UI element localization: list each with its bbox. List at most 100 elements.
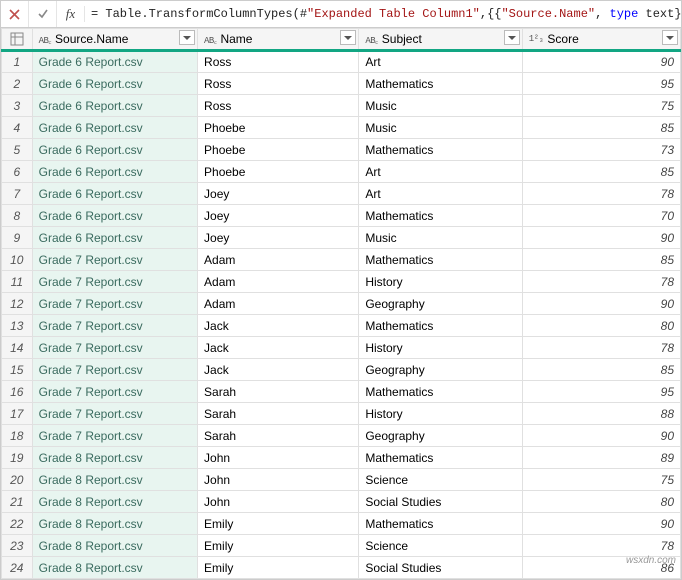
- cell-name[interactable]: John: [198, 491, 359, 513]
- cell-subject[interactable]: Music: [359, 227, 522, 249]
- cell-score[interactable]: 80: [522, 315, 680, 337]
- cell-score[interactable]: 78: [522, 535, 680, 557]
- cell-source-name[interactable]: Grade 8 Report.csv: [32, 491, 197, 513]
- table-row[interactable]: 23Grade 8 Report.csvEmilyScience78: [2, 535, 681, 557]
- filter-dropdown-button[interactable]: [179, 30, 195, 45]
- select-all-corner[interactable]: [2, 29, 33, 51]
- table-row[interactable]: 17Grade 7 Report.csvSarahHistory88: [2, 403, 681, 425]
- cell-name[interactable]: Sarah: [198, 403, 359, 425]
- table-row[interactable]: 14Grade 7 Report.csvJackHistory78: [2, 337, 681, 359]
- formula-input[interactable]: = Table.TransformColumnTypes(#"Expanded …: [85, 7, 681, 21]
- filter-dropdown-button[interactable]: [662, 30, 678, 45]
- table-row[interactable]: 11Grade 7 Report.csvAdamHistory78: [2, 271, 681, 293]
- cell-subject[interactable]: History: [359, 403, 522, 425]
- table-row[interactable]: 24Grade 8 Report.csvEmilySocial Studies8…: [2, 557, 681, 579]
- row-number[interactable]: 2: [2, 73, 33, 95]
- table-row[interactable]: 9Grade 6 Report.csvJoeyMusic90: [2, 227, 681, 249]
- table-row[interactable]: 15Grade 7 Report.csvJackGeography85: [2, 359, 681, 381]
- cell-score[interactable]: 73: [522, 139, 680, 161]
- column-header-source-name[interactable]: Source.Name: [32, 29, 197, 51]
- cell-score[interactable]: 95: [522, 381, 680, 403]
- table-row[interactable]: 3Grade 6 Report.csvRossMusic75: [2, 95, 681, 117]
- cell-score[interactable]: 90: [522, 293, 680, 315]
- cell-source-name[interactable]: Grade 8 Report.csv: [32, 535, 197, 557]
- cell-subject[interactable]: Geography: [359, 425, 522, 447]
- table-row[interactable]: 22Grade 8 Report.csvEmilyMathematics90: [2, 513, 681, 535]
- cell-source-name[interactable]: Grade 7 Report.csv: [32, 249, 197, 271]
- cell-source-name[interactable]: Grade 6 Report.csv: [32, 205, 197, 227]
- cell-subject[interactable]: Music: [359, 95, 522, 117]
- row-number[interactable]: 13: [2, 315, 33, 337]
- row-number[interactable]: 20: [2, 469, 33, 491]
- table-row[interactable]: 5Grade 6 Report.csvPhoebeMathematics73: [2, 139, 681, 161]
- cell-subject[interactable]: History: [359, 337, 522, 359]
- row-number[interactable]: 1: [2, 51, 33, 73]
- cell-subject[interactable]: Mathematics: [359, 249, 522, 271]
- row-number[interactable]: 5: [2, 139, 33, 161]
- filter-dropdown-button[interactable]: [340, 30, 356, 45]
- row-number[interactable]: 9: [2, 227, 33, 249]
- row-number[interactable]: 19: [2, 447, 33, 469]
- column-header-score[interactable]: Score: [522, 29, 680, 51]
- cell-subject[interactable]: Art: [359, 183, 522, 205]
- cell-source-name[interactable]: Grade 8 Report.csv: [32, 513, 197, 535]
- cell-name[interactable]: Adam: [198, 249, 359, 271]
- cell-name[interactable]: Phoebe: [198, 117, 359, 139]
- cell-source-name[interactable]: Grade 7 Report.csv: [32, 271, 197, 293]
- cell-subject[interactable]: Science: [359, 469, 522, 491]
- column-header-subject[interactable]: Subject: [359, 29, 522, 51]
- cell-name[interactable]: Sarah: [198, 381, 359, 403]
- row-number[interactable]: 15: [2, 359, 33, 381]
- cell-subject[interactable]: Mathematics: [359, 205, 522, 227]
- cell-score[interactable]: 95: [522, 73, 680, 95]
- cell-subject[interactable]: Art: [359, 51, 522, 73]
- row-number[interactable]: 21: [2, 491, 33, 513]
- cell-subject[interactable]: Mathematics: [359, 381, 522, 403]
- table-row[interactable]: 20Grade 8 Report.csvJohnScience75: [2, 469, 681, 491]
- cell-source-name[interactable]: Grade 8 Report.csv: [32, 557, 197, 579]
- table-row[interactable]: 16Grade 7 Report.csvSarahMathematics95: [2, 381, 681, 403]
- cell-source-name[interactable]: Grade 7 Report.csv: [32, 315, 197, 337]
- row-number[interactable]: 4: [2, 117, 33, 139]
- cell-name[interactable]: Joey: [198, 183, 359, 205]
- cell-score[interactable]: 85: [522, 249, 680, 271]
- cell-source-name[interactable]: Grade 7 Report.csv: [32, 293, 197, 315]
- cell-source-name[interactable]: Grade 6 Report.csv: [32, 95, 197, 117]
- cancel-formula-button[interactable]: [1, 1, 29, 27]
- cell-source-name[interactable]: Grade 6 Report.csv: [32, 161, 197, 183]
- cell-score[interactable]: 90: [522, 425, 680, 447]
- cell-score[interactable]: 85: [522, 359, 680, 381]
- row-number[interactable]: 18: [2, 425, 33, 447]
- cell-source-name[interactable]: Grade 7 Report.csv: [32, 425, 197, 447]
- cell-name[interactable]: John: [198, 469, 359, 491]
- cell-score[interactable]: 78: [522, 337, 680, 359]
- filter-dropdown-button[interactable]: [504, 30, 520, 45]
- table-row[interactable]: 19Grade 8 Report.csvJohnMathematics89: [2, 447, 681, 469]
- cell-source-name[interactable]: Grade 7 Report.csv: [32, 403, 197, 425]
- cell-name[interactable]: Ross: [198, 95, 359, 117]
- cell-score[interactable]: 88: [522, 403, 680, 425]
- row-number[interactable]: 11: [2, 271, 33, 293]
- cell-score[interactable]: 78: [522, 183, 680, 205]
- cell-name[interactable]: Emily: [198, 557, 359, 579]
- row-number[interactable]: 23: [2, 535, 33, 557]
- cell-source-name[interactable]: Grade 7 Report.csv: [32, 337, 197, 359]
- cell-name[interactable]: Adam: [198, 271, 359, 293]
- cell-source-name[interactable]: Grade 8 Report.csv: [32, 447, 197, 469]
- column-header-name[interactable]: Name: [198, 29, 359, 51]
- cell-score[interactable]: 78: [522, 271, 680, 293]
- table-row[interactable]: 18Grade 7 Report.csvSarahGeography90: [2, 425, 681, 447]
- cell-source-name[interactable]: Grade 6 Report.csv: [32, 117, 197, 139]
- cell-score[interactable]: 75: [522, 95, 680, 117]
- cell-name[interactable]: Jack: [198, 315, 359, 337]
- cell-name[interactable]: Ross: [198, 51, 359, 73]
- table-row[interactable]: 13Grade 7 Report.csvJackMathematics80: [2, 315, 681, 337]
- cell-subject[interactable]: Social Studies: [359, 491, 522, 513]
- cell-name[interactable]: John: [198, 447, 359, 469]
- row-number[interactable]: 14: [2, 337, 33, 359]
- row-number[interactable]: 22: [2, 513, 33, 535]
- row-number[interactable]: 17: [2, 403, 33, 425]
- cell-subject[interactable]: Mathematics: [359, 447, 522, 469]
- cell-name[interactable]: Emily: [198, 513, 359, 535]
- row-number[interactable]: 3: [2, 95, 33, 117]
